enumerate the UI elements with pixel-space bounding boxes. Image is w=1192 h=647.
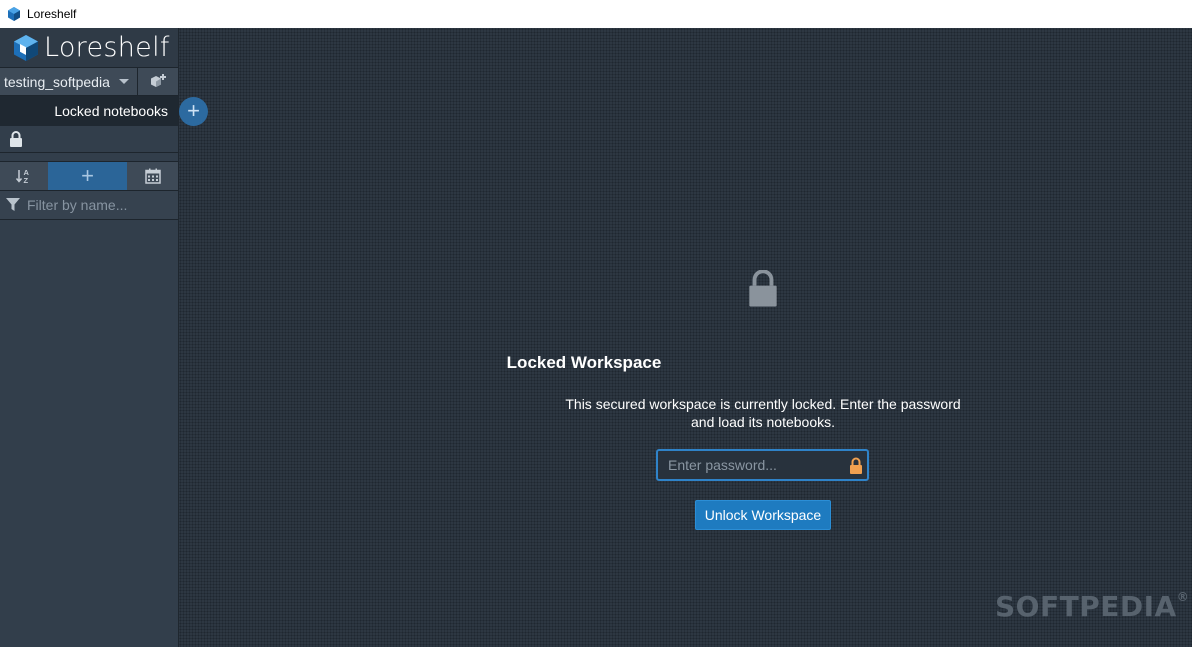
- new-notebook-button[interactable]: +: [48, 162, 127, 190]
- workspace-lock-status[interactable]: [0, 126, 178, 153]
- unlock-workspace-button[interactable]: Unlock Workspace: [695, 500, 831, 530]
- sort-button[interactable]: A Z: [0, 162, 48, 190]
- add-notebook-button[interactable]: +: [179, 97, 208, 126]
- sidebar: Loreshelf testing_softpedia Locked noteb…: [0, 28, 208, 647]
- watermark-registered-mark: ®: [1176, 590, 1190, 604]
- window-title: Loreshelf: [27, 7, 77, 21]
- filter-icon: [6, 198, 20, 211]
- workspace-row: testing_softpedia: [0, 67, 178, 96]
- password-input[interactable]: [658, 457, 849, 473]
- svg-text:Z: Z: [24, 176, 29, 185]
- logo-cube-icon: [14, 34, 38, 61]
- password-field[interactable]: [656, 449, 869, 481]
- filter-input[interactable]: [27, 197, 167, 213]
- workspace-select[interactable]: testing_softpedia: [0, 68, 138, 95]
- add-workspace-button[interactable]: [138, 68, 178, 95]
- window-titlebar: Loreshelf: [0, 0, 1192, 28]
- password-lock: [849, 457, 863, 474]
- sort-az-icon: A Z: [15, 168, 30, 185]
- lock-icon: [10, 131, 22, 147]
- main-panel: [179, 28, 1192, 647]
- notebook-toolbar: A Z +: [0, 161, 178, 191]
- plus-icon: +: [187, 97, 200, 123]
- add-workspace-icon: [151, 73, 166, 87]
- calendar-button[interactable]: [127, 162, 178, 190]
- chevron-down-icon: [119, 79, 129, 84]
- locked-notebooks-label: Locked notebooks: [54, 103, 168, 119]
- workspace-name: testing_softpedia: [4, 73, 110, 90]
- locked-notebooks-header[interactable]: Locked notebooks +: [0, 96, 208, 126]
- page-title: Locked Workspace: [506, 353, 662, 372]
- calendar-icon: [144, 168, 161, 184]
- app-cube-icon: [8, 7, 20, 21]
- watermark-text: SOFTPEDIA: [995, 590, 1177, 623]
- password-lock-icon: [850, 457, 862, 474]
- logo-text: Loreshelf: [44, 32, 170, 63]
- lock-message: This secured workspace is currently lock…: [565, 396, 961, 430]
- logo: Loreshelf: [0, 28, 178, 67]
- filter-bar: [0, 191, 178, 220]
- plus-icon: +: [81, 163, 94, 188]
- large-lock-icon: [749, 270, 777, 307]
- watermark: SOFTPEDIA®: [995, 590, 1189, 623]
